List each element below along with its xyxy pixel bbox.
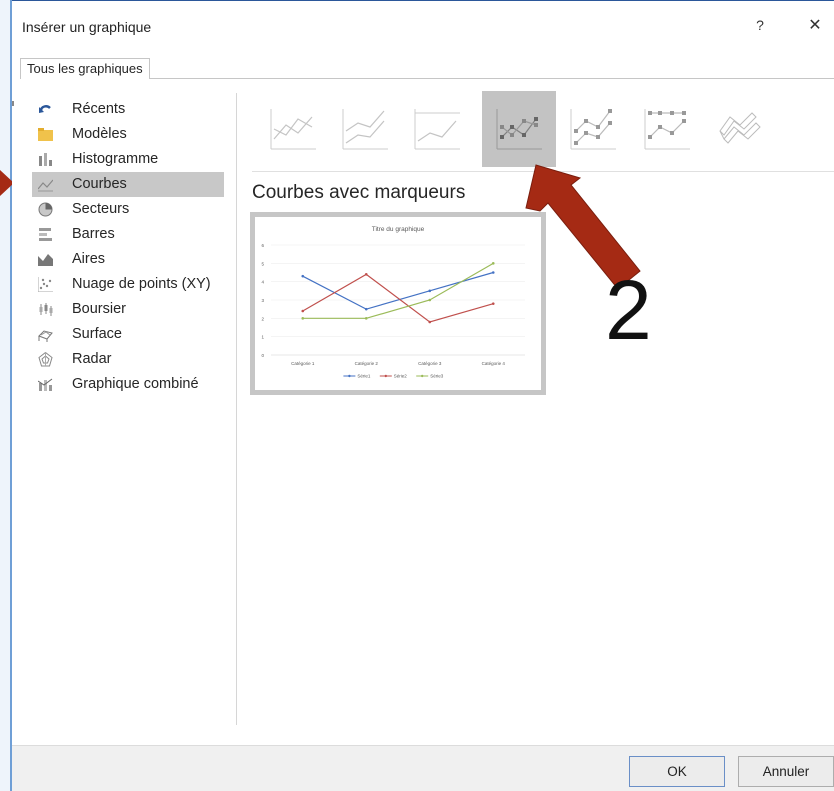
sidebar-item-label: Aires [72, 251, 106, 267]
100-stacked-line-icon [414, 109, 460, 150]
legend-label: Série1 [357, 374, 371, 379]
combo-chart-icon [38, 378, 53, 391]
sidebar-item-label: Boursier [72, 301, 126, 317]
subtype-line-markers[interactable] [482, 91, 556, 167]
sidebar-item-bars[interactable]: Barres [32, 222, 224, 247]
legend-marker [421, 374, 424, 378]
sidebar-item-label: Surface [72, 326, 122, 342]
column-chart-icon [39, 153, 52, 166]
sidebar-item-label: Graphique combiné [72, 376, 199, 392]
subtype-line[interactable] [256, 91, 330, 167]
panel-divider [236, 93, 237, 725]
x-tick-label: Catégorie 2 [355, 361, 379, 366]
y-tick-label: 6 [261, 243, 264, 248]
sidebar-item-label: Histogramme [72, 151, 159, 167]
sidebar-item-histogram[interactable]: Histogramme [32, 147, 224, 172]
chart-type-list: Récents Modèles Histogramme Courbes Sect… [32, 97, 224, 397]
series-line [302, 271, 494, 310]
edge-marker [12, 101, 14, 106]
help-button[interactable]: ? [752, 17, 768, 37]
subtype-100-stacked-line[interactable] [400, 91, 474, 167]
sidebar-item-areas[interactable]: Aires [32, 247, 224, 272]
sidebar-item-label: Courbes [72, 176, 127, 192]
legend-marker [384, 374, 387, 378]
x-tick-label: Catégorie 3 [418, 361, 442, 366]
insert-chart-dialog: Insérer un graphique ? ✕ Tous les graphi… [12, 0, 834, 791]
sidebar-item-recents[interactable]: Récents [32, 97, 224, 122]
data-point [428, 289, 432, 293]
data-point [491, 271, 495, 274]
dialog-title: Insérer un graphique [22, 19, 152, 35]
bar-chart-icon [39, 228, 52, 241]
area-chart-icon [38, 254, 53, 266]
tab-all-charts[interactable]: Tous les graphiques [20, 58, 150, 79]
sidebar-item-pie[interactable]: Secteurs [32, 197, 224, 222]
dialog-footer: OK Annuler [12, 745, 834, 791]
sidebar-item-scatter[interactable]: Nuage de points (XY) [32, 272, 224, 297]
data-point [301, 317, 305, 320]
sidebar-item-label: Secteurs [72, 201, 130, 217]
legend-marker [348, 374, 351, 378]
data-point [364, 307, 368, 311]
x-tick-label: Catégorie 1 [291, 361, 315, 366]
radar-chart-icon [38, 352, 53, 367]
data-point [491, 262, 495, 265]
sidebar-item-label: Radar [72, 351, 112, 367]
subtype-stacked-line[interactable] [328, 91, 402, 167]
annotation-step-number: 2 [605, 263, 652, 357]
sidebar-item-stock[interactable]: Boursier [32, 297, 224, 322]
scatter-chart-icon [38, 277, 53, 292]
data-point [364, 317, 368, 320]
sidebar-item-lines[interactable]: Courbes [32, 172, 224, 197]
sidebar-item-combo[interactable]: Graphique combiné [32, 372, 224, 397]
sidebar-item-surface[interactable]: Surface [32, 322, 224, 347]
pie-chart-icon [38, 202, 53, 217]
cancel-button[interactable]: Annuler [738, 756, 834, 787]
legend-label: Série3 [430, 374, 444, 379]
y-tick-label: 3 [261, 298, 264, 303]
legend-label: Série2 [394, 374, 408, 379]
y-tick-label: 2 [261, 316, 264, 321]
gallery-divider [252, 171, 834, 172]
folder-icon [38, 128, 53, 141]
stock-chart-icon [39, 303, 53, 316]
subtype-3d-line[interactable] [704, 91, 778, 167]
3d-line-icon [719, 112, 761, 144]
subtype-100-stacked-line-markers[interactable] [630, 91, 704, 167]
y-tick-label: 4 [261, 280, 264, 285]
100-stacked-line-markers-icon [644, 109, 690, 150]
section-title: Courbes avec marqueurs [252, 182, 466, 203]
sidebar-item-label: Récents [72, 101, 126, 117]
y-tick-label: 0 [261, 353, 264, 358]
surface-chart-icon [38, 330, 53, 342]
background-window-edge [0, 0, 12, 791]
data-point [301, 274, 305, 278]
sidebar-item-label: Barres [72, 226, 115, 242]
x-tick-label: Catégorie 4 [482, 361, 506, 366]
sidebar-item-models[interactable]: Modèles [32, 122, 224, 147]
sidebar-item-radar[interactable]: Radar [32, 347, 224, 372]
data-point [428, 298, 432, 302]
data-point [301, 309, 305, 313]
subtype-stacked-line-markers[interactable] [556, 91, 630, 167]
sidebar-item-label: Modèles [72, 126, 127, 142]
sidebar-item-label: Nuage de points (XY) [72, 276, 211, 292]
data-point [491, 302, 495, 305]
close-button[interactable]: ✕ [805, 15, 825, 37]
stacked-line-icon [342, 109, 388, 150]
undo-arrow-icon [39, 105, 51, 113]
ok-button[interactable]: OK [629, 756, 725, 787]
stacked-line-markers-icon [570, 109, 616, 150]
y-tick-label: 1 [261, 335, 264, 340]
chart-preview-svg: Titre du graphique 0 1 2 3 4 5 6 Catégorie 1 Cat… [261, 226, 525, 379]
chart-title: Titre du graphique [372, 226, 425, 233]
data-point [428, 320, 432, 324]
data-point [364, 273, 368, 276]
line-icon [270, 109, 316, 150]
chart-preview[interactable]: Titre du graphique 0 1 2 3 4 5 6 Catégorie 1 Cat… [250, 212, 546, 395]
line-chart-icon [38, 179, 53, 192]
line-markers-icon [496, 109, 542, 150]
y-tick-label: 5 [261, 261, 264, 266]
